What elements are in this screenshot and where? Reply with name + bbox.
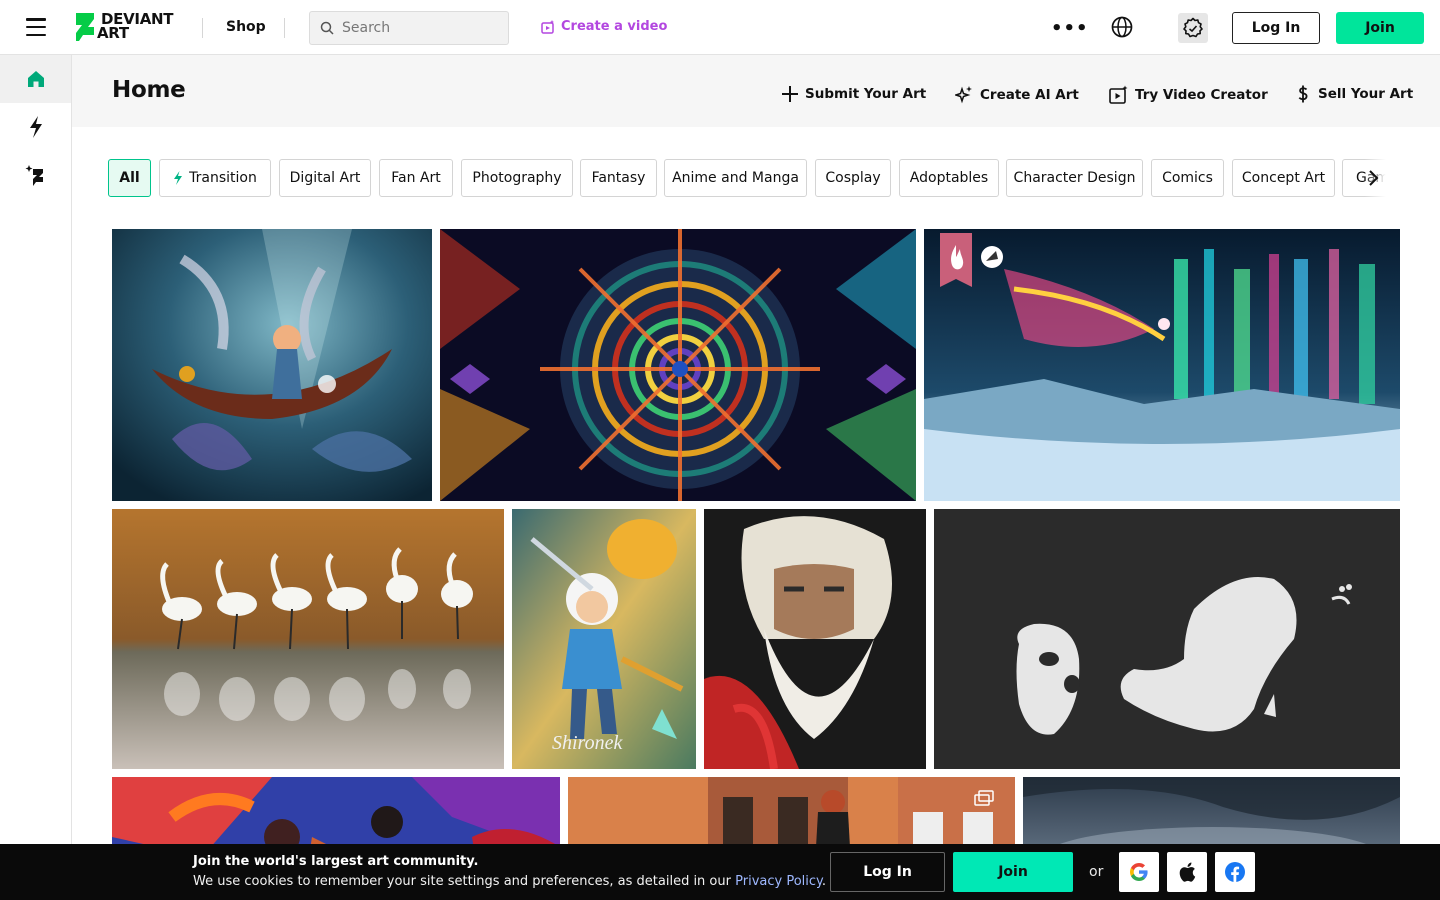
cookie-text-body: We use cookies to remember your site set… [193, 874, 731, 889]
divider [202, 18, 203, 38]
cookie-join-button[interactable]: Join [953, 852, 1073, 892]
cookie-title: Join the world's largest art community. [193, 854, 479, 869]
cookie-banner: Join the world's largest art community. … [0, 844, 1440, 900]
artwork-thumbnail[interactable] [704, 509, 926, 769]
join-button[interactable]: Join [1336, 12, 1424, 44]
artwork-image [112, 509, 504, 769]
artwork-image [440, 229, 916, 501]
search-icon [320, 21, 334, 35]
search-box[interactable] [309, 11, 509, 45]
tag-transition-label: Transition [189, 170, 257, 186]
lightning-icon [174, 171, 183, 185]
submit-art-label: Submit Your Art [805, 86, 927, 102]
create-video-label: Create a video [561, 19, 668, 34]
artwork-image [112, 229, 432, 501]
google-login-button[interactable] [1119, 852, 1159, 892]
artwork-image [934, 509, 1400, 769]
plus-icon [782, 86, 798, 102]
divider [284, 18, 285, 38]
apple-icon [1179, 862, 1196, 882]
tag-cosplay[interactable]: Cosplay [815, 159, 891, 197]
facebook-icon [1225, 862, 1245, 882]
artwork-thumbnail[interactable] [934, 509, 1400, 769]
deviantart-logo[interactable]: DEVIANT ART [75, 12, 179, 42]
artwork-thumbnail[interactable] [924, 229, 1400, 501]
create-video-link[interactable]: Create a video [541, 19, 667, 34]
main-content: Home Submit Your Art Create AI Art Try V… [72, 55, 1440, 900]
deviantart-logo-icon [76, 13, 94, 41]
tag-comics[interactable]: Comics [1151, 159, 1224, 197]
artwork-thumbnail[interactable] [112, 509, 504, 769]
artwork-image: Shironek [512, 509, 696, 769]
settings-button[interactable] [1178, 13, 1208, 43]
lightning-icon [29, 116, 42, 138]
chevron-right-icon[interactable] [1366, 169, 1380, 191]
tag-digital-art[interactable]: Digital Art [279, 159, 371, 197]
search-input[interactable] [342, 20, 492, 36]
tag-concept-art[interactable]: Concept Art [1232, 159, 1335, 197]
logo-wordmark: DEVIANT ART [97, 10, 174, 42]
video-sparkle-icon [541, 19, 555, 34]
submit-art-button[interactable]: Submit Your Art [781, 85, 926, 103]
category-tags: All Transition Digital Art Fan Art Photo… [108, 159, 1400, 197]
artwork-image [704, 509, 926, 769]
sparkle-icon [955, 86, 972, 104]
create-ai-art-label: Create AI Art [980, 86, 1079, 103]
login-button[interactable]: Log In [1232, 12, 1320, 44]
dollar-icon [1298, 85, 1308, 103]
try-video-creator-button[interactable]: Try Video Creator [1109, 85, 1268, 105]
tag-photography[interactable]: Photography [461, 159, 573, 197]
shop-link[interactable]: Shop [226, 19, 266, 35]
cookie-login-button[interactable]: Log In [830, 852, 945, 892]
privacy-policy-link[interactable]: Privacy Policy [735, 874, 822, 889]
apple-login-button[interactable] [1167, 852, 1207, 892]
globe-icon[interactable] [1111, 16, 1133, 42]
home-icon [27, 71, 44, 87]
sell-your-art-button[interactable]: Sell Your Art [1294, 85, 1413, 103]
tag-adoptables[interactable]: Adoptables [899, 159, 999, 197]
artwork-image [924, 229, 1400, 501]
page-title: Home [112, 77, 186, 103]
tag-fan-art[interactable]: Fan Art [379, 159, 453, 197]
google-icon [1130, 863, 1148, 881]
sidebar-item-ai[interactable] [0, 151, 71, 199]
try-video-creator-label: Try Video Creator [1135, 87, 1268, 103]
tag-anime-and-manga[interactable]: Anime and Manga [664, 159, 807, 197]
sidebar-item-home[interactable] [0, 55, 71, 103]
video-icon [1109, 85, 1128, 104]
tag-transition[interactable]: Transition [159, 159, 271, 197]
artwork-thumbnail[interactable]: Shironek [512, 509, 696, 769]
sparkle-logo-icon [25, 165, 43, 186]
menu-icon[interactable] [26, 18, 46, 36]
tag-all[interactable]: All [108, 159, 151, 197]
sell-your-art-label: Sell Your Art [1318, 86, 1414, 102]
create-ai-art-button[interactable]: Create AI Art [955, 85, 1079, 104]
home-header: Home Submit Your Art Create AI Art Try V… [72, 55, 1440, 127]
tag-fantasy[interactable]: Fantasy [580, 159, 657, 197]
artwork-thumbnail[interactable] [440, 229, 916, 501]
artwork-thumbnail[interactable] [112, 229, 432, 501]
more-options-button[interactable]: ••• [1051, 18, 1089, 39]
svg-text:Shironek: Shironek [552, 732, 623, 754]
sidebar [0, 55, 72, 900]
gear-icon [1183, 17, 1203, 38]
cookie-text: We use cookies to remember your site set… [193, 874, 826, 889]
sidebar-item-watch[interactable] [0, 103, 71, 151]
tag-character-design[interactable]: Character Design [1006, 159, 1143, 197]
or-label: or [1089, 864, 1104, 880]
top-navigation-bar: DEVIANT ART Shop Create a video ••• [0, 0, 1440, 55]
facebook-login-button[interactable] [1215, 852, 1255, 892]
cookie-text-period: . [821, 874, 827, 889]
